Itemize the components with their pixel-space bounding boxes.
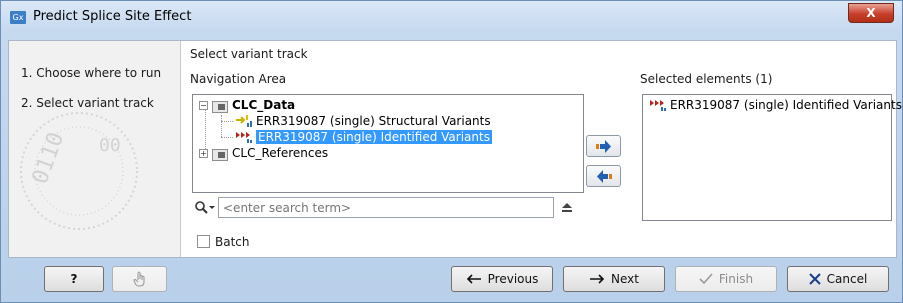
- help-label: ?: [70, 272, 78, 286]
- window-title: Predict Splice Site Effect: [33, 9, 192, 24]
- cancel-label: Cancel: [826, 272, 868, 286]
- app-icon: Gx: [10, 11, 26, 24]
- close-button[interactable]: X: [848, 3, 894, 23]
- search-input[interactable]: [218, 197, 554, 218]
- tree-node-clc-references[interactable]: + CLC_References: [199, 145, 328, 161]
- cancel-button[interactable]: Cancel: [787, 266, 889, 292]
- tree-node-clc-data[interactable]: − CLC_Data: [199, 97, 295, 113]
- tree-node-structural-variants[interactable]: ERR319087 (single) Structural Variants: [235, 113, 491, 129]
- navigation-tree[interactable]: − CLC_Data ERR319087 (single) Structural…: [192, 94, 584, 193]
- watermark-graphic: 0110 00: [20, 112, 138, 230]
- remove-from-selection-button[interactable]: [586, 165, 621, 187]
- dialog-window: Gx Predict Splice Site Effect X 1. Choos…: [0, 0, 903, 303]
- previous-label: Previous: [487, 272, 539, 286]
- dialog-content: 1. Choose where to run 2. Select variant…: [8, 40, 902, 258]
- svg-text:00: 00: [99, 135, 121, 156]
- selected-elements-list[interactable]: ERR319087 (single) Identified Variants: [642, 94, 902, 221]
- svg-text:0110: 0110: [28, 129, 70, 187]
- variant-track-icon: [650, 100, 666, 111]
- eject-icon[interactable]: [560, 202, 574, 214]
- help-button[interactable]: ?: [44, 266, 104, 292]
- hand-pointer-icon: [132, 271, 145, 287]
- selected-elements-label: Selected elements (1): [640, 72, 773, 86]
- restore-button[interactable]: [112, 266, 167, 292]
- variant-track-icon: [236, 132, 252, 143]
- next-label: Next: [611, 272, 639, 286]
- arrow-right-icon: [596, 140, 611, 153]
- folder-icon: [212, 99, 228, 113]
- next-button[interactable]: Next: [563, 266, 665, 292]
- navigation-area-label: Navigation Area: [190, 72, 287, 86]
- list-item[interactable]: ERR319087 (single) Identified Variants: [649, 97, 902, 113]
- section-title: Select variant track: [190, 47, 308, 61]
- tree-node-label-selected: ERR319087 (single) Identified Variants: [256, 130, 492, 144]
- structural-variant-track-icon: [236, 115, 252, 127]
- list-item-label: ERR319087 (single) Identified Variants: [670, 98, 902, 112]
- previous-button[interactable]: Previous: [451, 266, 553, 292]
- wizard-steps: 1. Choose where to run 2. Select variant…: [9, 41, 181, 257]
- arrow-right-icon: [590, 274, 605, 284]
- tree-node-label: ERR319087 (single) Structural Variants: [256, 114, 491, 128]
- tree-node-label: CLC_Data: [232, 98, 296, 112]
- tree-node-label: CLC_References: [232, 146, 329, 160]
- title-bar: Gx Predict Splice Site Effect X: [1, 1, 902, 33]
- expand-icon[interactable]: +: [199, 148, 208, 158]
- finish-label: Finish: [718, 272, 754, 286]
- arrow-left-icon: [466, 274, 481, 284]
- tree-node-identified-variants[interactable]: ERR319087 (single) Identified Variants: [235, 129, 492, 145]
- checkmark-icon: [699, 273, 713, 285]
- add-to-selection-button[interactable]: [586, 135, 621, 157]
- collapse-icon[interactable]: −: [199, 100, 208, 110]
- step-choose-where-to-run[interactable]: 1. Choose where to run: [21, 66, 161, 80]
- search-bar: [192, 197, 584, 221]
- search-icon[interactable]: [194, 200, 216, 216]
- finish-button[interactable]: Finish: [675, 266, 777, 292]
- arrow-left-icon: [597, 170, 612, 183]
- cancel-x-icon: [808, 273, 821, 285]
- folder-icon: [212, 147, 228, 161]
- batch-label: Batch: [215, 235, 250, 249]
- batch-checkbox[interactable]: [197, 235, 210, 248]
